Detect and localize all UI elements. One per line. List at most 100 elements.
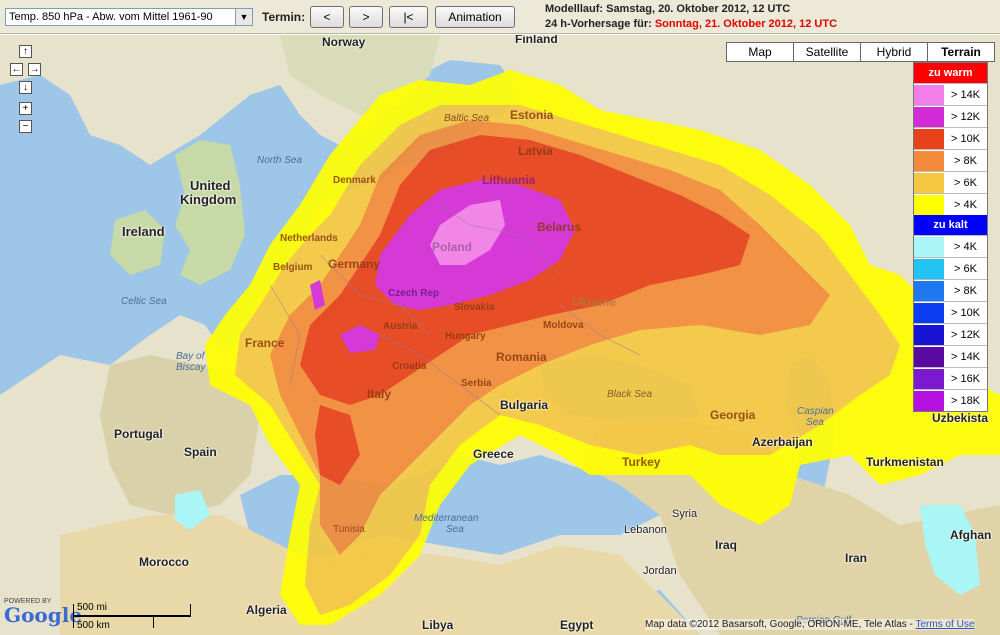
scale-bar: 500 mi 500 km	[73, 600, 193, 632]
legend-cold-row: > 12K	[914, 323, 987, 345]
zoom-in-button[interactable]: +	[19, 102, 32, 115]
label-iraq: Iraq	[715, 538, 738, 552]
label-germany: Germany	[328, 257, 381, 271]
label-afghanistan: Afghan	[950, 528, 992, 542]
toolbar: Temp. 850 hPa - Abw. vom Mittel 1961-90 …	[0, 0, 1000, 34]
terms-of-use-link[interactable]: Terms of Use	[915, 619, 974, 630]
label-biscay-line2: Biscay	[176, 362, 206, 373]
label-azerbaijan: Azerbaijan	[752, 435, 813, 449]
label-lithuania: Lithuania	[482, 173, 536, 187]
label-biscay-line1: Bay of	[176, 351, 205, 362]
legend-cold-label: > 16K	[950, 372, 981, 385]
label-black-sea: Black Sea	[607, 389, 653, 400]
label-turkey: Turkey	[622, 455, 661, 469]
label-greece: Greece	[473, 447, 514, 461]
map-canvas[interactable]: Norway Finland Estonia Latvia Lithuania …	[0, 35, 1000, 635]
animation-button[interactable]: Animation	[435, 6, 515, 28]
label-mediterranean-line1: Mediterranean	[414, 513, 479, 524]
pan-up-button[interactable]: ↑	[19, 45, 32, 58]
label-uk-line1: United	[190, 178, 231, 193]
label-iran: Iran	[845, 551, 868, 565]
label-finland: Finland	[515, 35, 558, 46]
label-turkmenistan: Turkmenistan	[866, 455, 944, 469]
legend-warm-row: > 14K	[914, 83, 987, 105]
arrow-up-icon: ↑	[23, 46, 28, 57]
pan-left-button[interactable]: ←	[10, 63, 23, 76]
maptype-hybrid-button[interactable]: Hybrid	[860, 42, 928, 62]
legend-warm-label: > 4K	[954, 198, 977, 211]
label-norway: Norway	[322, 35, 366, 49]
legend-warm-title: zu warm	[914, 63, 987, 83]
legend-warm-swatch	[914, 194, 944, 215]
powered-by-google[interactable]: POWERED BY Google	[4, 598, 83, 627]
label-estonia: Estonia	[510, 108, 554, 122]
forecast-date: Sonntag, 21. Oktober 2012, 12 UTC	[654, 18, 838, 30]
land-uk	[175, 140, 245, 285]
zoom-out-button[interactable]: −	[19, 120, 32, 133]
label-latvia: Latvia	[518, 144, 553, 158]
label-celtic-sea: Celtic Sea	[121, 296, 167, 307]
legend-warm-label: > 10K	[950, 132, 981, 145]
legend-warm-swatch	[914, 128, 944, 149]
label-france: France	[245, 336, 285, 350]
maptype-terrain-button[interactable]: Terrain	[927, 42, 995, 62]
label-uzbekistan: Uzbekista	[932, 411, 989, 425]
maptype-map-button[interactable]: Map	[726, 42, 794, 62]
label-slovakia: Slovakia	[454, 302, 495, 313]
prev-button[interactable]: <	[310, 6, 344, 28]
label-serbia: Serbia	[461, 378, 492, 389]
legend-cold-row: > 4K	[914, 235, 987, 257]
legend-cold-swatch	[914, 236, 944, 257]
forecast-prefix: 24 h-Vorhersage für:	[545, 18, 652, 30]
legend-warm-list: > 14K > 12K > 10K > 8K > 6K > 4K	[914, 83, 987, 215]
legend-cold-row: > 16K	[914, 367, 987, 389]
label-north-sea: North Sea	[257, 155, 303, 166]
label-georgia: Georgia	[710, 408, 756, 422]
termin-label: Termin:	[262, 10, 306, 24]
maptype-satellite-button[interactable]: Satellite	[793, 42, 861, 62]
legend-cold-title: zu kalt	[914, 215, 987, 235]
legend-cold-label: > 12K	[950, 328, 981, 341]
legend-cold-swatch	[914, 390, 944, 411]
legend-cold-label: > 14K	[950, 350, 981, 363]
legend-warm-row: > 8K	[914, 149, 987, 171]
attribution: Map data ©2012 Basarsoft, Google, ORION-…	[645, 619, 975, 630]
label-morocco: Morocco	[139, 555, 190, 569]
minus-icon: −	[22, 121, 29, 132]
legend: zu warm > 14K > 12K > 10K > 8K > 6K > 4K zu k…	[913, 62, 988, 412]
label-spain: Spain	[184, 445, 217, 459]
label-czech: Czech Rep	[388, 288, 440, 299]
legend-warm-swatch	[914, 150, 944, 171]
label-mediterranean-line2: Sea	[446, 524, 464, 535]
label-caspian-line2: Sea	[806, 417, 824, 428]
label-libya: Libya	[422, 618, 454, 632]
legend-cold-swatch	[914, 280, 944, 301]
legend-cold-swatch	[914, 258, 944, 279]
forecast-label: 24 h-Vorhersage für: Sonntag, 21. Oktobe…	[545, 18, 837, 30]
label-caspian-line1: Caspian	[797, 406, 834, 417]
pan-down-button[interactable]: ↓	[19, 81, 32, 94]
legend-cold-row: > 6K	[914, 257, 987, 279]
product-select[interactable]: Temp. 850 hPa - Abw. vom Mittel 1961-90 …	[5, 8, 253, 26]
product-select-value: Temp. 850 hPa - Abw. vom Mittel 1961-90	[9, 11, 213, 23]
legend-cold-row: > 18K	[914, 389, 987, 411]
label-hungary: Hungary	[445, 331, 486, 342]
label-denmark: Denmark	[333, 175, 376, 186]
map-type-control: Map Satellite Hybrid Terrain	[726, 42, 995, 62]
plus-icon: +	[22, 103, 29, 114]
scale-miles: 500 mi	[77, 602, 108, 613]
label-egypt: Egypt	[560, 618, 594, 632]
label-italy: Italy	[367, 387, 392, 401]
legend-warm-label: > 12K	[950, 110, 981, 123]
next-button[interactable]: >	[349, 6, 383, 28]
first-button[interactable]: |<	[389, 6, 428, 28]
label-lebanon: Lebanon	[624, 524, 667, 536]
label-bulgaria: Bulgaria	[500, 398, 549, 412]
chevron-down-icon[interactable]: ▼	[235, 9, 252, 25]
legend-cold-label: > 18K	[950, 394, 981, 407]
legend-cold-row: > 8K	[914, 279, 987, 301]
pan-right-button[interactable]: →	[28, 63, 41, 76]
google-logo: Google	[4, 603, 83, 627]
label-ukraine: Ukraine	[572, 295, 617, 309]
label-poland: Poland	[432, 240, 473, 254]
